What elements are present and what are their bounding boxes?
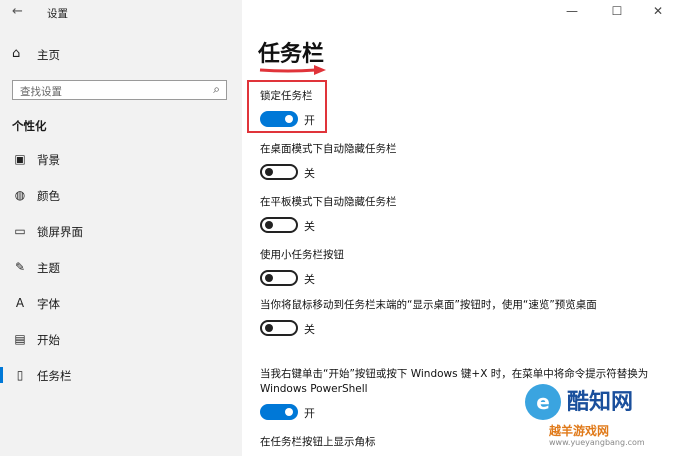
lock-taskbar-toggle[interactable]: [260, 111, 298, 127]
peek-toggle[interactable]: [260, 320, 298, 336]
toggle-state: 开: [304, 407, 315, 420]
window-controls: — ☐ ✕: [552, 0, 682, 26]
setting-small-buttons: 使用小任务栏按钮 关: [260, 248, 640, 289]
toggle-row: 关: [260, 161, 640, 183]
toggle-knob: [265, 324, 273, 332]
toggle-state: 关: [304, 273, 315, 286]
sidebar-item-label: 颜色: [37, 189, 60, 203]
start-icon: ▤: [14, 332, 26, 346]
toggle-row: 关: [260, 317, 620, 339]
taskbar-icon: ▯: [16, 368, 24, 382]
toggle-row: 开: [260, 108, 640, 130]
watermark-logo: e 酷知网 越羊游戏网 www.yueyangbang.com: [515, 378, 680, 454]
sidebar-item-lock-screen[interactable]: ▭ 锁屏界面: [0, 220, 242, 242]
sidebar-item-taskbar[interactable]: ▯ 任务栏: [0, 364, 242, 386]
annotation-arrow-icon: [259, 65, 326, 75]
sidebar-item-themes[interactable]: ✎ 主题: [0, 256, 242, 278]
sidebar-item-home[interactable]: ⌂ 主页: [0, 44, 242, 66]
setting-autohide-desktop: 在桌面模式下自动隐藏任务栏 关: [260, 142, 640, 183]
setting-lock-taskbar: 锁定任务栏 开: [260, 89, 640, 130]
home-icon: ⌂: [12, 46, 21, 61]
small-buttons-toggle[interactable]: [260, 270, 298, 286]
setting-label: 锁定任务栏: [260, 90, 313, 102]
picture-icon: ▣: [14, 152, 26, 166]
toggle-state: 关: [304, 167, 315, 180]
sidebar-item-label: 主题: [37, 261, 60, 275]
toggle-state: 关: [304, 323, 315, 336]
search-input[interactable]: 查找设置 ⌕: [12, 80, 227, 100]
sidebar-item-label: 主页: [37, 48, 60, 62]
sidebar-item-label: 开始: [37, 333, 60, 347]
setting-label: 在平板模式下自动隐藏任务栏: [260, 196, 397, 208]
theme-icon: ✎: [14, 260, 26, 274]
setting-peek: 当你将鼠标移动到任务栏末端的“显示桌面”按钮时，使用“速览”预览桌面 关: [260, 298, 620, 339]
toggle-knob: [265, 168, 273, 176]
title-bar: ← 设置: [0, 0, 242, 26]
section-title: 个性化: [12, 119, 47, 133]
setting-label: 当你将鼠标移动到任务栏末端的“显示桌面”按钮时，使用“速览”预览桌面: [260, 299, 597, 311]
sidebar-item-label: 锁屏界面: [37, 225, 83, 239]
toggle-row: 关: [260, 267, 640, 289]
sidebar-item-fonts[interactable]: A 字体: [0, 292, 242, 314]
sidebar-item-label: 背景: [37, 153, 60, 167]
palette-icon: ◍: [14, 188, 26, 202]
toggle-knob: [285, 115, 293, 123]
autohide-desktop-toggle[interactable]: [260, 164, 298, 180]
powershell-toggle[interactable]: [260, 404, 298, 420]
autohide-tablet-toggle[interactable]: [260, 217, 298, 233]
toggle-knob: [285, 408, 293, 416]
active-indicator: [0, 367, 3, 383]
toggle-row: 关: [260, 214, 640, 236]
toggle-knob: [265, 274, 273, 282]
back-arrow-icon[interactable]: ←: [12, 4, 23, 19]
sidebar: ← 设置 ⌂ 主页 查找设置 ⌕ 个性化 ▣ 背景 ◍ 颜色 ▭ 锁屏界面 ✎ …: [0, 0, 242, 456]
sidebar-item-label: 任务栏: [37, 369, 72, 383]
sidebar-item-background[interactable]: ▣ 背景: [0, 148, 242, 170]
watermark-brand: 酷知网: [567, 390, 634, 415]
setting-autohide-tablet: 在平板模式下自动隐藏任务栏 关: [260, 195, 640, 236]
maximize-icon[interactable]: ☐: [607, 4, 627, 18]
search-placeholder: 查找设置: [20, 86, 62, 98]
setting-label: 在桌面模式下自动隐藏任务栏: [260, 143, 397, 155]
watermark-subtitle: 越羊游戏网: [549, 424, 610, 438]
close-icon[interactable]: ✕: [648, 4, 668, 18]
setting-label: 使用小任务栏按钮: [260, 249, 344, 261]
toggle-knob: [265, 221, 273, 229]
sidebar-item-label: 字体: [37, 297, 60, 311]
sidebar-item-start[interactable]: ▤ 开始: [0, 328, 242, 350]
toggle-state: 关: [304, 220, 315, 233]
search-icon[interactable]: ⌕: [213, 82, 220, 97]
font-icon: A: [15, 296, 25, 310]
minimize-icon[interactable]: —: [562, 4, 582, 18]
sidebar-item-colors[interactable]: ◍ 颜色: [0, 184, 242, 206]
lock-screen-icon: ▭: [14, 224, 26, 238]
toggle-state: 开: [304, 114, 315, 127]
app-title: 设置: [47, 8, 68, 20]
watermark-logo-icon: e: [525, 384, 561, 420]
watermark-url: www.yueyangbang.com: [549, 438, 645, 447]
